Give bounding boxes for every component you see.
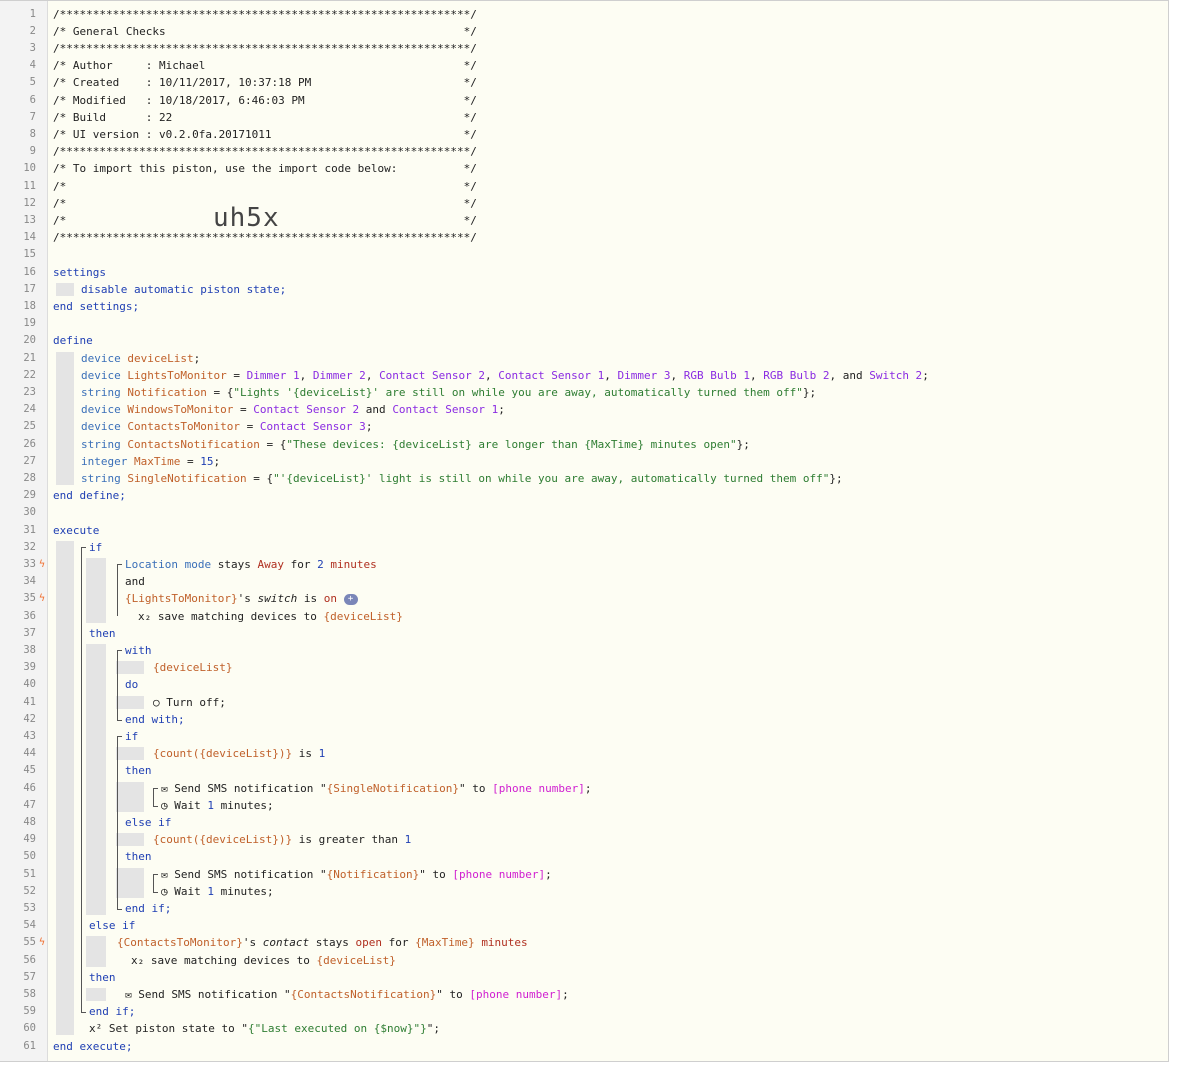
block-bracket — [81, 546, 86, 1014]
comment-line: /* Modified : 10/18/2017, 6:46:03 PM */ — [53, 93, 477, 107]
then-keyword: then — [89, 626, 116, 640]
var-decl: string Notification = {"Lights '{deviceL… — [81, 385, 817, 399]
indent-guide — [86, 936, 106, 967]
comment-line: /***************************************… — [53, 41, 477, 55]
condition: {count({deviceList})} is 1 — [153, 747, 326, 761]
command: ✉ Send SMS notification "{Notification}"… — [161, 867, 552, 881]
comment-line: /* */ — [53, 196, 477, 210]
save-devices: x₂ save matching devices to {deviceList} — [138, 609, 403, 623]
var-decl: integer MaxTime = 15; — [81, 454, 221, 468]
command: ✉ Send SMS notification "{SingleNotifica… — [161, 781, 592, 795]
command: ◷ Wait 1 minutes; — [161, 798, 274, 812]
command: ◷ Wait 1 minutes; — [161, 884, 274, 898]
var-decl: device deviceList; — [81, 351, 201, 365]
save-devices: x₂ save matching devices to {deviceList} — [131, 953, 396, 967]
comment-line: /* */ — [53, 213, 477, 227]
sms-icon: ✉ — [161, 867, 168, 881]
timer-icon: ◷ — [161, 884, 168, 898]
code-editor[interactable]: 1 2 3 4 5 6 7 8 9 10 11 12 13 14 15 16 17 18 19 20 21 22 23 24 2… — [0, 0, 1169, 1062]
condition: Location mode stays Away for 2 minutes — [125, 557, 377, 571]
add-condition-icon: + — [343, 593, 358, 605]
comment-line: /* General Checks */ — [53, 24, 477, 38]
and-keyword: and — [125, 575, 145, 589]
execute-open: execute — [53, 523, 100, 537]
define-close: end define; — [53, 489, 126, 503]
settings-close: end settings; — [53, 299, 140, 313]
comment-line: /* Author : Michael */ — [53, 59, 477, 73]
var-decl: device WindowsToMonitor = Contact Sensor… — [81, 403, 505, 417]
indent-guide — [56, 540, 74, 1036]
command: ○ Turn off; — [153, 695, 226, 709]
then-keyword: then — [89, 970, 116, 984]
else-if-keyword: else if — [125, 815, 172, 829]
comment-line: /* Created : 10/11/2017, 10:37:18 PM */ — [53, 76, 477, 90]
command: ✉ Send SMS notification "{ContactsNotifi… — [125, 987, 569, 1001]
then-keyword: then — [125, 850, 152, 864]
do-keyword: do — [125, 678, 139, 692]
timer-icon: ◷ — [161, 798, 168, 812]
comment-line: /* */ — [53, 179, 477, 193]
else-if-keyword: else if — [89, 919, 136, 933]
var-decl: device ContactsToMonitor = Contact Senso… — [81, 420, 373, 434]
then-keyword: then — [125, 764, 152, 778]
var-decl: string ContactsNotification = {"These de… — [81, 437, 750, 451]
block-bracket — [117, 649, 122, 721]
settings-open: settings — [53, 265, 106, 279]
execute-close: end execute; — [53, 1039, 133, 1053]
settings-body: disable automatic piston state; — [81, 282, 287, 296]
condition: {LightsToMonitor}'s switch is on + — [125, 590, 358, 607]
with-devices: {deviceList} — [153, 661, 233, 675]
power-icon: ○ — [153, 695, 160, 709]
indent-guide — [86, 557, 106, 623]
indent-guide — [56, 282, 74, 296]
end-if: end if; — [89, 1005, 136, 1019]
end-with: end with; — [125, 712, 185, 726]
block-bracket — [153, 873, 158, 893]
comment-line: /* UI version : v0.2.0fa.20171011 */ — [53, 127, 477, 141]
block-bracket — [117, 735, 122, 910]
comment-line: /***************************************… — [53, 231, 477, 245]
comment-line: /* Build : 22 */ — [53, 110, 477, 124]
var-decl: string SingleNotification = {"'{deviceLi… — [81, 471, 843, 485]
if-keyword: if — [89, 540, 103, 554]
define-open: define — [53, 334, 93, 348]
code-content: uh5x /**********************************… — [0, 1, 1168, 1061]
var-decl: device LightsToMonitor = Dimmer 1, Dimme… — [81, 368, 929, 382]
set-state: x² Set piston state to "{"Last executed … — [89, 1022, 441, 1036]
block-bracket — [117, 563, 122, 617]
end-if: end if; — [125, 901, 172, 915]
comment-line: /***************************************… — [53, 7, 477, 21]
indent-guide — [86, 643, 106, 916]
indent-guide — [86, 987, 106, 1002]
block-bracket — [153, 787, 158, 807]
with-keyword: with — [125, 643, 152, 657]
sms-icon: ✉ — [125, 987, 132, 1001]
sms-icon: ✉ — [161, 781, 168, 795]
if-keyword: if — [125, 729, 139, 743]
indent-guide — [56, 351, 74, 486]
condition: {ContactsToMonitor}'s contact stays open… — [117, 936, 528, 950]
condition: {count({deviceList})} is greater than 1 — [153, 833, 412, 847]
comment-line: /* To import this piston, use the import… — [53, 162, 477, 176]
comment-line: /***************************************… — [53, 145, 477, 159]
